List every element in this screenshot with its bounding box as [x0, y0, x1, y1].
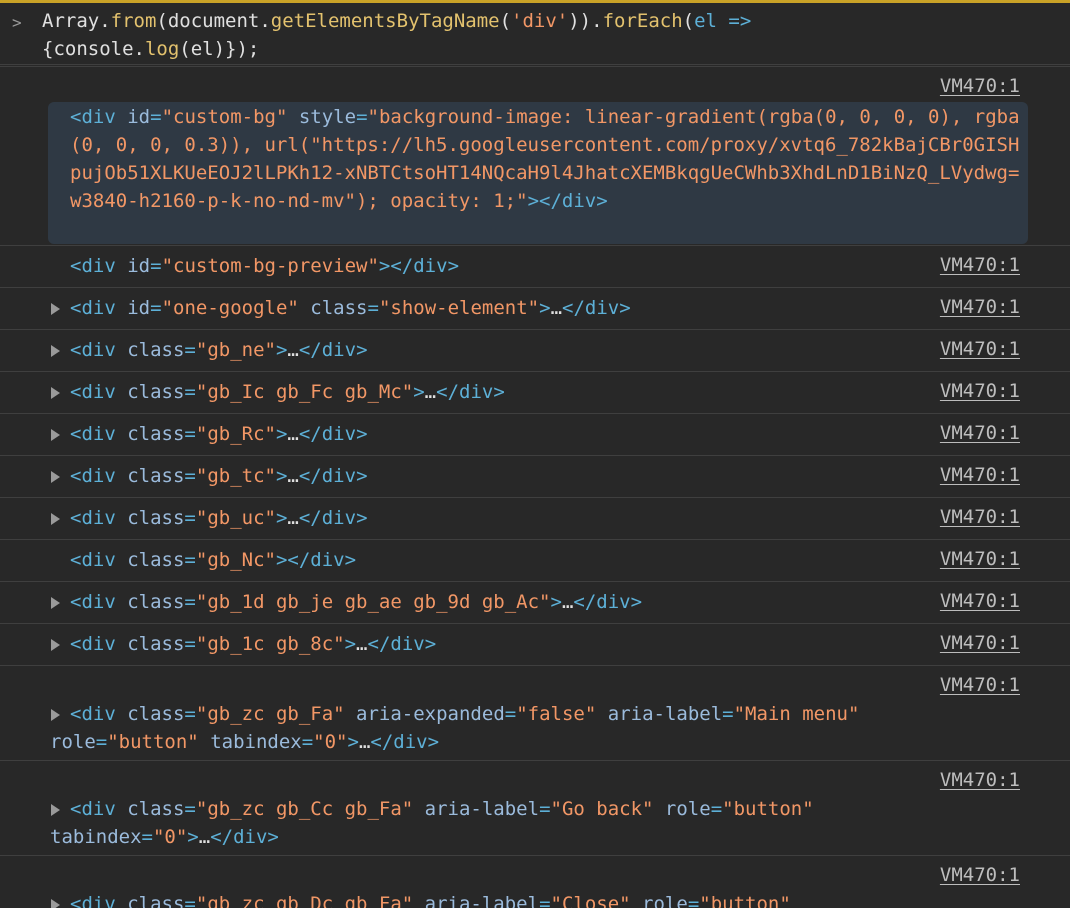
source-link[interactable]: VM470:1 — [940, 335, 1020, 363]
source-link[interactable]: VM470:1 — [940, 293, 1020, 321]
element-markup[interactable]: <div id="one-google" class="show-element… — [70, 294, 631, 322]
element-markup[interactable]: <div class="gb_Nc"></div> — [70, 546, 356, 574]
console-log-entry: <div class="gb_ne">…</div> VM470:1 — [0, 329, 1070, 371]
element-markup[interactable]: <div id="custom-bg-preview"></div> — [70, 252, 459, 280]
expand-triangle-icon[interactable] — [51, 303, 60, 315]
element-markup[interactable]: <div id="custom-bg" style="background-im… — [70, 103, 1030, 215]
source-link[interactable]: VM470:1 — [940, 671, 1020, 699]
console-log-entry: <div class="gb_tc">…</div> VM470:1 — [0, 455, 1070, 497]
console-log-entry: <div class="gb_uc">…</div> VM470:1 — [0, 497, 1070, 539]
console-log-entry: <div id="custom-bg-preview"></div> VM470… — [0, 245, 1070, 287]
source-link[interactable]: VM470:1 — [940, 629, 1020, 657]
element-markup[interactable]: <div class="gb_tc">…</div> — [70, 462, 368, 490]
console-log-entry: <div id="one-google" class="show-element… — [0, 287, 1070, 329]
console-log-entry: <div class="gb_Rc">…</div> VM470:1 — [0, 413, 1070, 455]
source-link[interactable]: VM470:1 — [940, 419, 1020, 447]
console-log-entry: VM470:1 <div class="gb_zc gb_Fa" aria-ex… — [0, 665, 1070, 759]
source-link[interactable]: VM470:1 — [940, 545, 1020, 573]
expand-triangle-icon[interactable] — [51, 471, 60, 483]
source-link[interactable]: VM470:1 — [940, 72, 1020, 100]
element-markup[interactable]: <div class="gb_1d gb_je gb_ae gb_9d gb_A… — [70, 588, 642, 616]
console-log-entry: <div class="gb_Ic gb_Fc gb_Mc">…</div> V… — [0, 371, 1070, 413]
element-markup[interactable]: <div class="gb_1c gb_8c">…</div> — [70, 630, 436, 658]
console-log-entry: VM470:1 <div class="gb_zc gb_Dc gb_Fa" a… — [0, 855, 1070, 908]
element-markup[interactable]: <div class="gb_Ic gb_Fc gb_Mc">…</div> — [70, 378, 505, 406]
element-markup[interactable]: <div class="gb_ne">…</div> — [70, 336, 368, 364]
expand-triangle-icon[interactable] — [51, 345, 60, 357]
console-log-entry: <div class="gb_1d gb_je gb_ae gb_9d gb_A… — [0, 581, 1070, 623]
element-markup[interactable]: <div class="gb_zc gb_Fa" aria-expanded="… — [50, 700, 1010, 756]
console-input-entry: > Array.from(document.getElementsByTagNa… — [0, 3, 1070, 65]
prompt-chevron-icon: > — [12, 13, 22, 32]
source-link[interactable]: VM470:1 — [940, 587, 1020, 615]
source-link[interactable]: VM470:1 — [940, 766, 1020, 794]
expand-triangle-icon[interactable] — [51, 429, 60, 441]
expand-triangle-icon[interactable] — [51, 387, 60, 399]
console-log-entry: VM470:1 <div class="gb_zc gb_Cc gb_Fa" a… — [0, 760, 1070, 854]
element-markup[interactable]: <div class="gb_Rc">…</div> — [70, 420, 368, 448]
element-markup[interactable]: <div class="gb_zc gb_Dc gb_Fa" aria-labe… — [50, 890, 950, 908]
source-link[interactable]: VM470:1 — [940, 377, 1020, 405]
source-link[interactable]: VM470:1 — [940, 461, 1020, 489]
console-log-entry: <div class="gb_Nc"></div> VM470:1 — [0, 539, 1070, 581]
console-log-entry: <div class="gb_1c gb_8c">…</div> VM470:1 — [0, 623, 1070, 665]
element-markup[interactable]: <div class="gb_zc gb_Cc gb_Fa" aria-labe… — [50, 795, 950, 851]
console-log-entry: VM470:1 <div id="custom-bg" style="backg… — [0, 66, 1070, 244]
source-link[interactable]: VM470:1 — [940, 251, 1020, 279]
highlighted-element[interactable]: <div id="custom-bg" style="background-im… — [48, 102, 1028, 244]
element-markup[interactable]: <div class="gb_uc">…</div> — [70, 504, 368, 532]
expand-triangle-icon[interactable] — [51, 597, 60, 609]
source-link[interactable]: VM470:1 — [940, 503, 1020, 531]
source-link[interactable]: VM470:1 — [940, 861, 1020, 889]
expand-triangle-icon[interactable] — [51, 513, 60, 525]
expand-triangle-icon[interactable] — [51, 639, 60, 651]
console-command: Array.from(document.getElementsByTagName… — [42, 10, 752, 60]
